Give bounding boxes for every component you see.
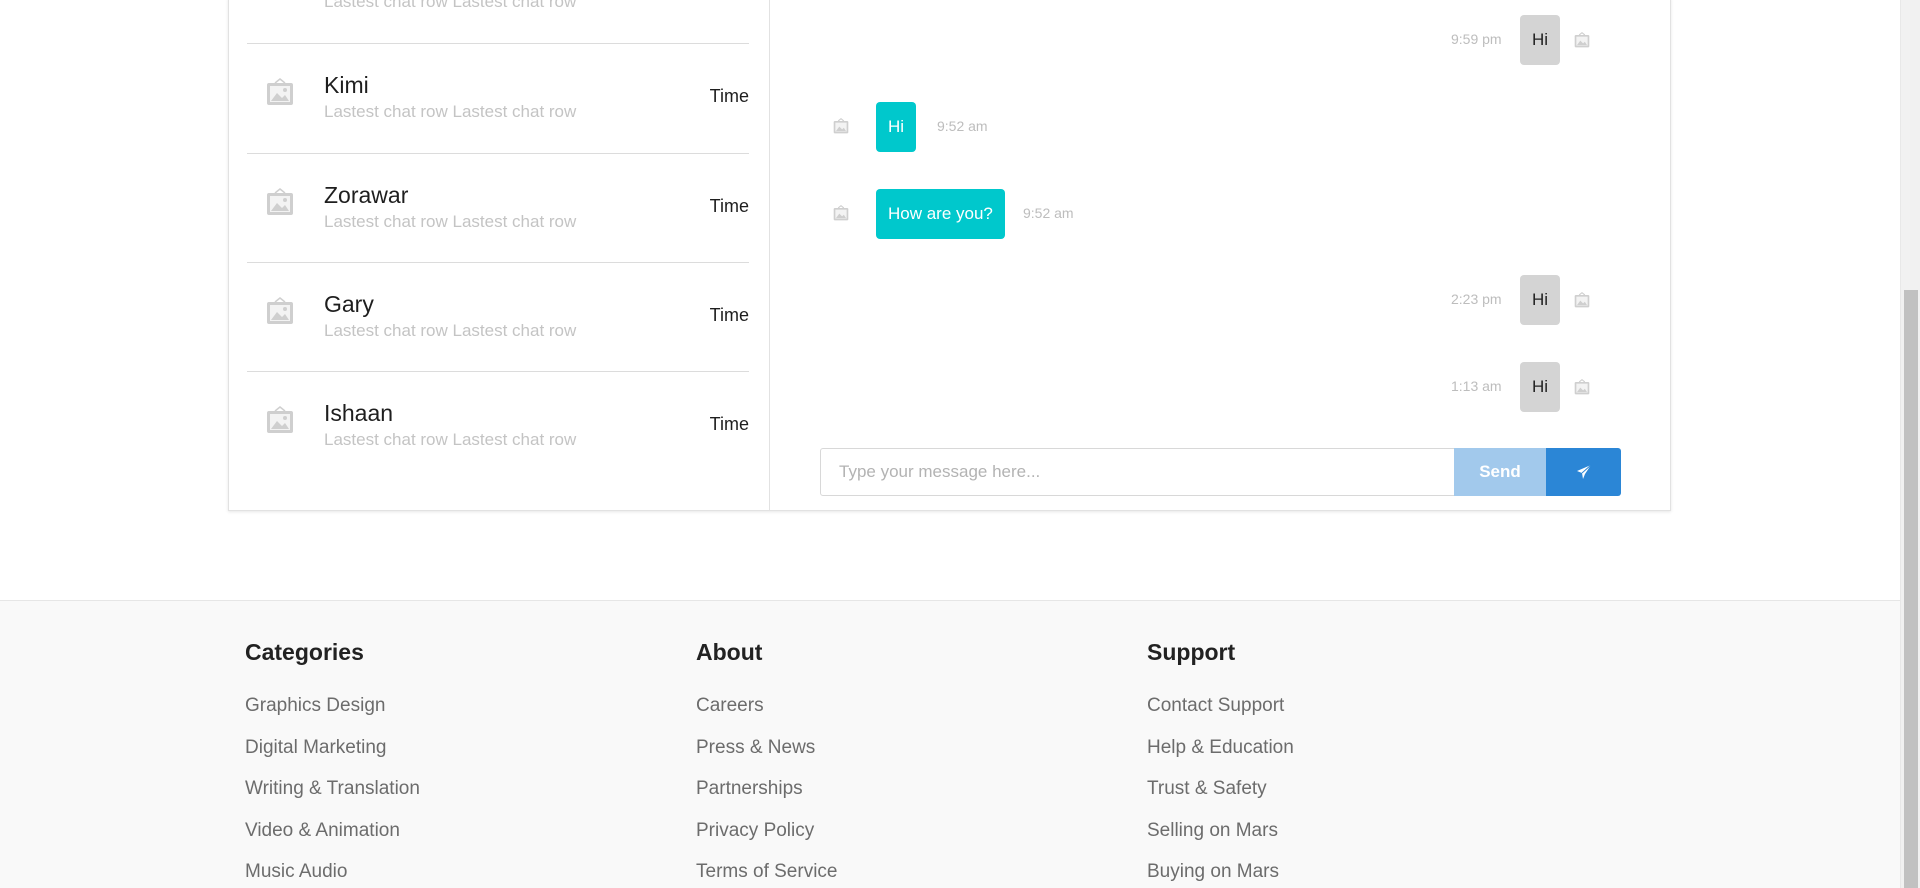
footer-link[interactable]: Graphics Design: [245, 685, 420, 727]
message-bubble-incoming: How are you?: [876, 189, 1005, 239]
contact-time: Time: [709, 196, 749, 216]
paper-plane-icon: [1576, 464, 1591, 479]
scrollbar-thumb[interactable]: [1904, 290, 1918, 888]
footer-link[interactable]: Music Audio: [245, 851, 420, 888]
contact-time: Time: [709, 86, 749, 106]
avatar-placeholder-icon: [1574, 31, 1590, 48]
contacts-list: Lastest chat row Lastest chat row Kimi L…: [229, 0, 770, 510]
footer-link[interactable]: Selling on Mars: [1147, 810, 1294, 852]
footer-heading: Support: [1147, 639, 1236, 665]
footer-column-support: Support Contact Support Help & Education…: [1147, 639, 1294, 888]
contact-row-ishaan[interactable]: Ishaan Lastest chat row Lastest chat row…: [247, 372, 749, 481]
site-footer: Categories Graphics Design Digital Marke…: [0, 600, 1900, 888]
message-bubble-incoming: Hi: [876, 102, 917, 152]
contact-name: Ishaan: [324, 400, 394, 426]
contact-preview: Lastest chat row Lastest chat row: [324, 212, 577, 231]
message-time: 9:52 am: [937, 118, 988, 134]
message-bubble-outgoing: Hi: [1520, 275, 1561, 325]
avatar-placeholder-icon: [1574, 378, 1590, 395]
footer-link[interactable]: Partnerships: [696, 768, 837, 810]
avatar-placeholder-icon: [1574, 291, 1590, 308]
contact-name: Kimi: [324, 72, 369, 98]
footer-link[interactable]: Press & News: [696, 727, 837, 769]
message-time: 2:23 pm: [1451, 291, 1502, 307]
message-bubble-outgoing: Hi: [1520, 362, 1561, 412]
chat-panel: Lastest chat row Lastest chat row Kimi L…: [228, 0, 1671, 511]
footer-link[interactable]: Privacy Policy: [696, 810, 837, 852]
contact-time: Time: [709, 414, 749, 434]
footer-link[interactable]: Terms of Service: [696, 851, 837, 888]
message-bubble-outgoing: Hi: [1520, 15, 1561, 65]
footer-link[interactable]: Writing & Translation: [245, 768, 420, 810]
footer-heading: About: [696, 639, 763, 665]
contact-row-gary[interactable]: Gary Lastest chat row Lastest chat row T…: [247, 263, 749, 372]
avatar-placeholder-icon: [267, 188, 293, 215]
contact-row-zorawar[interactable]: Zorawar Lastest chat row Lastest chat ro…: [247, 154, 749, 263]
contact-preview: Lastest chat row Lastest chat row: [324, 430, 577, 449]
footer-link[interactable]: Help & Education: [1147, 727, 1294, 769]
message-composer: Send: [820, 448, 1621, 496]
paper-plane-button[interactable]: [1546, 448, 1621, 496]
footer-link[interactable]: Video & Animation: [245, 810, 420, 852]
avatar-placeholder-icon: [833, 117, 849, 134]
message-time: 9:52 am: [1023, 205, 1074, 221]
message-time: 1:13 am: [1451, 378, 1502, 394]
footer-heading: Categories: [245, 639, 364, 665]
contact-name: Gary: [324, 291, 374, 317]
footer-column-categories: Categories Graphics Design Digital Marke…: [245, 639, 420, 888]
avatar-placeholder-icon: [267, 78, 293, 105]
page-scrollbar[interactable]: [1900, 0, 1920, 888]
contact-time: Time: [709, 305, 749, 325]
avatar-placeholder-icon: [833, 204, 849, 221]
contact-preview: Lastest chat row Lastest chat row: [324, 321, 577, 340]
footer-link[interactable]: Contact Support: [1147, 685, 1294, 727]
contact-name: Zorawar: [324, 182, 409, 208]
footer-column-about: About Careers Press & News Partnerships …: [696, 639, 837, 888]
avatar-placeholder-icon: [267, 406, 293, 433]
avatar-placeholder-icon: [267, 297, 293, 324]
contact-preview: Lastest chat row Lastest chat row: [324, 102, 577, 121]
footer-link[interactable]: Digital Marketing: [245, 727, 420, 769]
message-time: 9:59 pm: [1451, 31, 1502, 47]
contact-row-kimi[interactable]: Kimi Lastest chat row Lastest chat row T…: [247, 44, 749, 153]
send-button[interactable]: Send: [1454, 448, 1546, 496]
message-thread: 9:59 pm Hi Hi 9:52 am How are you? 9:52 …: [770, 0, 1672, 510]
footer-link[interactable]: Careers: [696, 685, 837, 727]
message-input[interactable]: [820, 448, 1455, 496]
footer-link[interactable]: Buying on Mars: [1147, 851, 1294, 888]
contact-preview-partial: Lastest chat row Lastest chat row: [324, 0, 577, 11]
footer-link[interactable]: Trust & Safety: [1147, 768, 1294, 810]
